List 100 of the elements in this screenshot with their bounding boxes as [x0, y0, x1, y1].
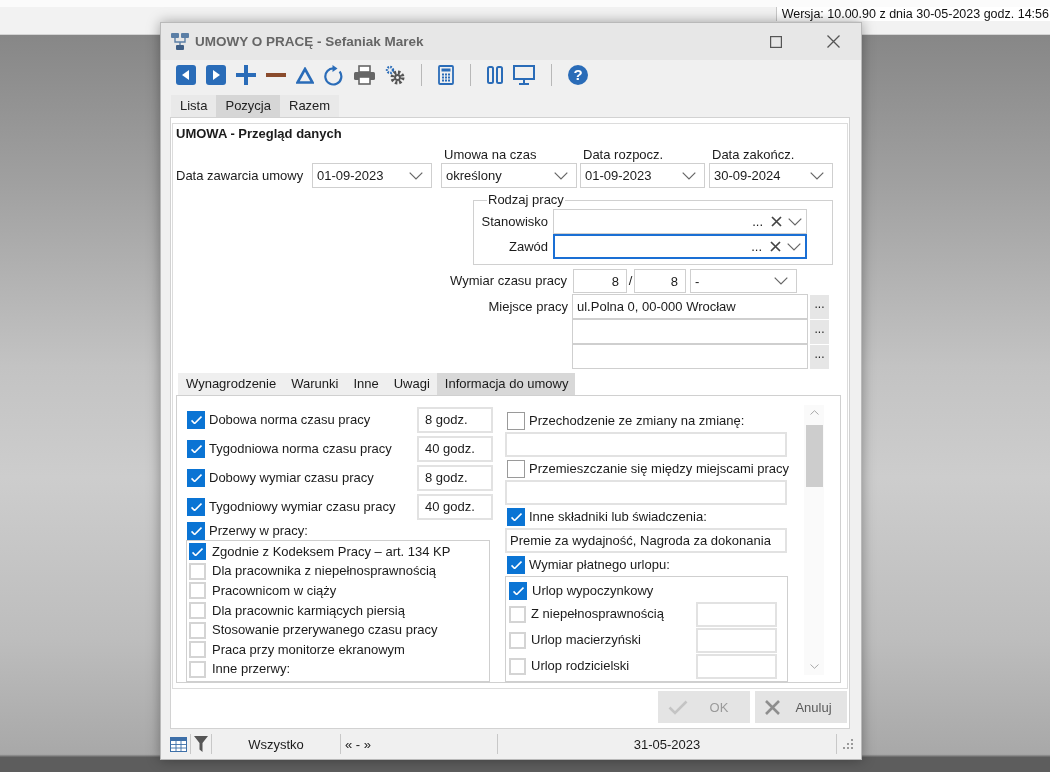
- form-title: UMOWA - Przegląd danych: [176, 125, 342, 143]
- close-icon: [765, 699, 780, 715]
- back-icon[interactable]: [176, 65, 196, 85]
- period-dropdown[interactable]: określony: [441, 163, 577, 188]
- checkmark-icon: [190, 444, 202, 453]
- maximize-icon[interactable]: [770, 35, 782, 48]
- address-field[interactable]: ul.Polna 0, 00-000 Wrocław: [572, 294, 808, 319]
- address-field[interactable]: [572, 319, 808, 344]
- hours-field[interactable]: 8: [573, 269, 627, 293]
- input-field[interactable]: [505, 432, 787, 457]
- hours-field[interactable]: 8 godz.: [417, 406, 493, 433]
- chevron-down-icon[interactable]: [774, 277, 788, 285]
- cancel-button[interactable]: Anuluj: [755, 691, 847, 723]
- checkmark-icon: [190, 502, 202, 511]
- input-field[interactable]: [505, 480, 787, 505]
- hours-field[interactable]: 40 godz.: [417, 435, 493, 462]
- unit-dropdown[interactable]: -: [690, 269, 797, 293]
- filter-label: Wszystko: [248, 736, 304, 752]
- hours-field[interactable]: 8 godz.: [417, 464, 493, 491]
- field-label: Data zakończ.: [711, 147, 796, 163]
- monitor-icon[interactable]: [513, 65, 535, 85]
- checkbox-label: Urlop rodzicielski: [531, 658, 630, 674]
- checkbox-label: Dobowy wymiar czasu pracy: [209, 469, 374, 486]
- clear-icon[interactable]: [771, 216, 782, 227]
- days-field[interactable]: [696, 601, 777, 627]
- forward-icon[interactable]: [206, 65, 226, 85]
- days-field[interactable]: [696, 627, 777, 653]
- field-label: Stanowisko: [481, 213, 549, 230]
- add-icon[interactable]: [236, 65, 256, 85]
- resize-grip-icon[interactable]: [843, 739, 853, 749]
- checkbox[interactable]: [189, 543, 206, 561]
- scrollbar-thumb[interactable]: [805, 425, 823, 487]
- checkbox-label: Przechodzenie ze zmiany na zmianę:: [529, 412, 745, 429]
- refresh-icon[interactable]: [324, 64, 344, 86]
- lookup-field[interactable]: ...: [553, 209, 807, 234]
- close-icon[interactable]: [827, 35, 840, 48]
- checkbox-label: Tygodniowy wymiar czasu pracy: [209, 498, 396, 515]
- lookup-field[interactable]: ...: [553, 234, 807, 259]
- checkbox-label: Pracownicom w ciąży: [212, 583, 337, 599]
- tab[interactable]: Lista: [171, 95, 217, 117]
- tab[interactable]: Inne: [345, 373, 386, 395]
- checkbox[interactable]: [187, 521, 205, 540]
- table-icon[interactable]: [170, 736, 187, 752]
- help-button[interactable]: ?: [568, 65, 588, 85]
- tab[interactable]: Razem: [280, 95, 340, 117]
- columns-icon[interactable]: [487, 66, 503, 84]
- checkbox[interactable]: [509, 582, 527, 600]
- calculator-icon[interactable]: [438, 65, 454, 85]
- scrollbar[interactable]: [804, 405, 824, 675]
- date-dropdown[interactable]: 01-09-2023: [312, 163, 432, 188]
- checkbox-label: Wymiar płatnego urlopu:: [529, 556, 670, 573]
- window-title: UMOWY O PRACĘ - Sefaniak Marek: [195, 34, 424, 49]
- checkbox[interactable]: [507, 555, 525, 574]
- checkbox-label: Z niepełnosprawnością: [531, 606, 664, 622]
- checkbox[interactable]: [187, 497, 205, 516]
- printer-icon[interactable]: [354, 65, 375, 85]
- field-label: Data zawarcia umowy: [176, 167, 304, 184]
- chevron-down-icon[interactable]: [554, 171, 568, 180]
- hours-field[interactable]: 40 godz.: [417, 493, 493, 520]
- days-field[interactable]: [696, 653, 777, 679]
- checkbox[interactable]: [187, 439, 205, 458]
- separator-label: /: [628, 273, 633, 289]
- browse-button[interactable]: ...: [751, 239, 762, 254]
- hours-field[interactable]: 8: [634, 269, 686, 293]
- tab[interactable]: Wynagrodzenie: [178, 373, 284, 395]
- checkbox[interactable]: [507, 507, 525, 526]
- group-legend: Rodzaj pracy: [487, 192, 565, 208]
- checkbox-label: Przerwy w pracy:: [209, 522, 308, 539]
- checkbox[interactable]: [507, 411, 525, 430]
- browse-button[interactable]: ...: [752, 214, 763, 229]
- chevron-down-icon[interactable]: [810, 171, 824, 180]
- checkmark-icon: [190, 473, 202, 482]
- checkbox-label: Przemieszczanie się między miejscami pracy: [529, 460, 790, 477]
- tab[interactable]: Warunki: [283, 373, 346, 395]
- clear-icon[interactable]: [770, 241, 781, 252]
- chevron-down-icon[interactable]: [409, 171, 423, 180]
- checkmark-icon: [192, 547, 203, 556]
- browse-button[interactable]: ...: [810, 344, 829, 369]
- date-label: 31-05-2023: [633, 736, 701, 752]
- browse-button[interactable]: ...: [810, 294, 829, 319]
- checkbox-label: Praca przy monitorze ekranowym: [212, 641, 405, 658]
- chevron-down-icon[interactable]: [787, 242, 801, 251]
- date-dropdown[interactable]: 01-09-2023: [580, 163, 705, 188]
- chevron-down-icon[interactable]: [682, 171, 696, 180]
- triangle-icon[interactable]: [296, 66, 314, 84]
- checkbox[interactable]: [507, 459, 525, 478]
- date-dropdown[interactable]: 30-09-2024: [709, 163, 833, 188]
- tab[interactable]: Uwagi: [385, 373, 437, 395]
- checkmark-icon: [510, 560, 522, 569]
- browse-button[interactable]: ...: [810, 319, 829, 344]
- filter-icon[interactable]: [194, 736, 208, 752]
- address-field[interactable]: [572, 344, 808, 369]
- input-field[interactable]: Premie za wydajność, Nagroda za dokonania: [505, 528, 787, 553]
- checkbox-label: Tygodniowa norma czasu pracy: [209, 440, 392, 457]
- checkbox[interactable]: [187, 468, 205, 487]
- tab[interactable]: Pozycja: [216, 95, 280, 117]
- settings-icon[interactable]: [385, 65, 405, 85]
- chevron-down-icon[interactable]: [788, 217, 802, 226]
- checkbox[interactable]: [187, 410, 205, 429]
- tab[interactable]: Informacja do umowy: [436, 373, 576, 395]
